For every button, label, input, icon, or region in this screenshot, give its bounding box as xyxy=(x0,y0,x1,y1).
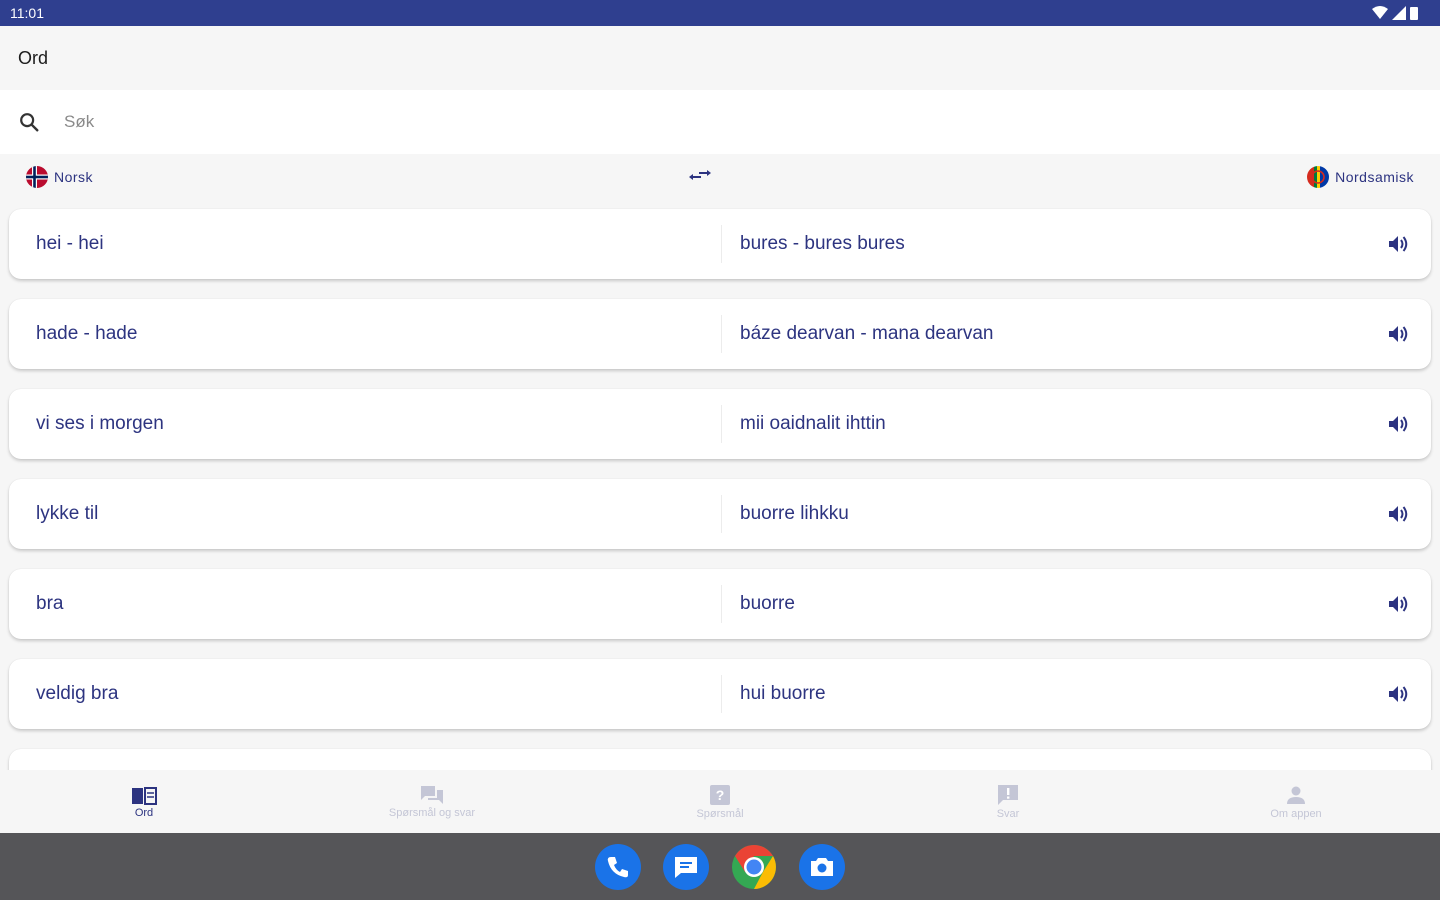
camera-icon xyxy=(811,857,833,876)
language-bar: Norsk Nordsamisk xyxy=(0,154,1440,200)
list-item[interactable]: hade - hade báze dearvan - mana dearvan xyxy=(9,299,1431,369)
speaker-icon xyxy=(1389,326,1408,342)
status-bar: 11:01 xyxy=(0,0,1440,26)
list-item[interactable] xyxy=(9,749,1431,770)
chrome-icon xyxy=(732,844,776,889)
page-title: Ord xyxy=(18,47,49,68)
list-item[interactable]: hei - hei bures - bures bures xyxy=(9,209,1431,279)
chrome-app[interactable] xyxy=(731,844,777,890)
bottom-navigation: Ord Spørsmål og svar ? Spørsmål Svar Om … xyxy=(0,770,1440,833)
samisk-text: buorre lihkku xyxy=(740,503,849,524)
play-audio-button[interactable] xyxy=(1379,674,1419,714)
list-item[interactable]: lykke til buorre lihkku xyxy=(9,479,1431,549)
target-language-label: Nordsamisk xyxy=(1335,169,1414,185)
list-item[interactable]: bra buorre xyxy=(9,569,1431,639)
norsk-text: hei - hei xyxy=(36,233,104,254)
play-audio-button[interactable] xyxy=(1379,314,1419,354)
norsk-text: hade - hade xyxy=(36,323,138,344)
source-language[interactable]: Norsk xyxy=(26,166,93,188)
norway-flag-icon xyxy=(26,166,48,188)
search-bar xyxy=(0,90,1440,154)
nav-item-om-appen[interactable]: Om appen xyxy=(1152,770,1440,833)
samisk-text: buorre xyxy=(740,593,795,614)
word-list: hei - hei bures - bures bures hade - had… xyxy=(0,200,1440,770)
app-bar: Ord xyxy=(0,26,1440,90)
speaker-icon xyxy=(1389,506,1408,522)
svg-text:?: ? xyxy=(716,787,725,803)
target-language[interactable]: Nordsamisk xyxy=(1307,166,1414,188)
phone-app[interactable] xyxy=(595,843,641,890)
speaker-icon xyxy=(1389,236,1408,252)
answer-icon xyxy=(998,784,1018,805)
list-item[interactable]: veldig bra hui buorre xyxy=(9,659,1431,729)
swap-icon xyxy=(689,169,712,180)
nav-label: Om appen xyxy=(1270,807,1322,820)
norsk-text: vi ses i morgen xyxy=(36,413,164,434)
nav-item-sporsmal-og-svar[interactable]: Spørsmål og svar xyxy=(288,770,576,833)
source-language-label: Norsk xyxy=(54,169,94,185)
nav-label: Spørsmål og svar xyxy=(388,806,476,819)
forum-icon xyxy=(421,785,443,804)
system-dock xyxy=(0,833,1440,900)
messages-app[interactable] xyxy=(663,843,709,890)
camera-app[interactable] xyxy=(799,843,845,890)
speaker-icon xyxy=(1389,686,1408,702)
samisk-text: báze dearvan - mana dearvan xyxy=(740,323,994,344)
norsk-text: bra xyxy=(36,593,64,614)
book-icon xyxy=(132,786,157,805)
question-icon: ? xyxy=(710,784,730,805)
play-audio-button[interactable] xyxy=(1379,404,1419,444)
norsk-text: lykke til xyxy=(36,503,99,524)
person-icon xyxy=(1287,786,1305,804)
search-input[interactable] xyxy=(64,112,664,132)
play-audio-button[interactable] xyxy=(1379,584,1419,624)
samisk-text: hui buorre xyxy=(740,683,826,704)
nav-label: Svar xyxy=(996,807,1020,820)
sami-flag-icon xyxy=(1307,166,1330,188)
search-icon xyxy=(20,113,39,132)
speaker-icon xyxy=(1389,416,1408,432)
nav-item-ord[interactable]: Ord xyxy=(0,770,288,833)
play-audio-button[interactable] xyxy=(1379,494,1419,534)
phone-icon xyxy=(607,856,628,877)
nav-label: Ord xyxy=(134,806,154,819)
samisk-text: bures - bures bures xyxy=(740,233,905,254)
status-time: 11:01 xyxy=(10,5,44,21)
messages-icon xyxy=(675,856,697,878)
samisk-text: mii oaidnalit ihttin xyxy=(740,413,886,434)
norsk-text: veldig bra xyxy=(36,683,119,704)
speaker-icon xyxy=(1389,596,1408,612)
battery-icon xyxy=(1410,7,1418,20)
nav-label: Spørsmål xyxy=(696,807,744,820)
signal-icon xyxy=(1392,6,1406,20)
play-audio-button[interactable] xyxy=(1379,224,1419,264)
wifi-icon xyxy=(1372,6,1388,19)
list-item[interactable]: vi ses i morgen mii oaidnalit ihttin xyxy=(9,389,1431,459)
nav-item-svar[interactable]: Svar xyxy=(864,770,1152,833)
swap-languages-button[interactable] xyxy=(687,166,713,189)
nav-item-sporsmal[interactable]: ? Spørsmål xyxy=(576,770,864,833)
